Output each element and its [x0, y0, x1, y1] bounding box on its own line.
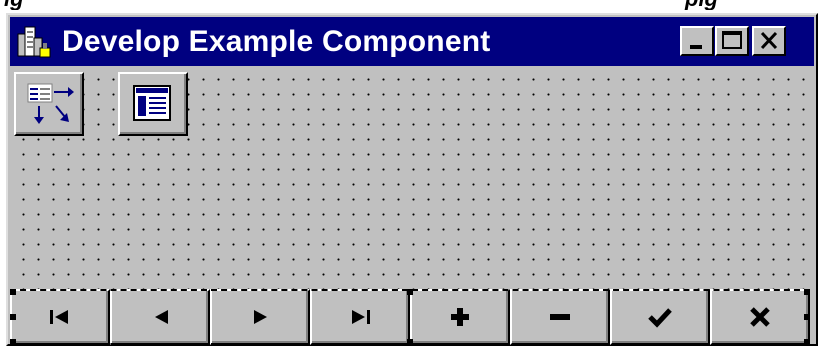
- maximize-button[interactable]: [715, 26, 749, 56]
- caption-right-text: pig: [685, 0, 718, 10]
- last-record-button[interactable]: [310, 289, 410, 345]
- cancel-edit-button[interactable]: [710, 289, 810, 345]
- next-record-button[interactable]: [210, 289, 310, 345]
- resize-handle-se[interactable]: [804, 339, 810, 345]
- resize-handle-ne[interactable]: [804, 289, 810, 295]
- table-form-icon: [133, 85, 171, 121]
- cancel-edit-icon: [750, 307, 770, 327]
- last-record-icon: [352, 310, 370, 324]
- delete-record-icon: [550, 314, 570, 320]
- title-bar[interactable]: Develop Example Component: [10, 17, 814, 66]
- resize-handle-nw[interactable]: [10, 289, 16, 295]
- resize-handle-n[interactable]: [407, 289, 413, 295]
- minimize-icon: [690, 45, 702, 49]
- resize-handle-w[interactable]: [10, 314, 16, 320]
- db-navigator[interactable]: [10, 289, 810, 345]
- close-icon: [760, 31, 778, 50]
- first-record-icon: [50, 310, 68, 324]
- resize-handle-s[interactable]: [407, 339, 413, 345]
- caption-left-text: ig: [4, 0, 24, 10]
- next-record-icon: [254, 310, 267, 324]
- maximize-icon: [722, 31, 742, 49]
- post-edit-button[interactable]: [610, 289, 710, 345]
- minimize-button[interactable]: [680, 26, 714, 56]
- table-to-fields-button[interactable]: [14, 72, 84, 136]
- component-app-icon[interactable]: [16, 24, 52, 60]
- window-title: Develop Example Component: [62, 25, 491, 58]
- resize-handle-sw[interactable]: [10, 339, 16, 345]
- close-button[interactable]: [752, 26, 786, 56]
- table-to-fields-icon: [27, 83, 74, 124]
- table-form-button[interactable]: [118, 72, 188, 136]
- resize-handle-e[interactable]: [804, 314, 810, 320]
- first-record-button[interactable]: [10, 289, 110, 345]
- page-caption-crop: ig pig: [0, 0, 822, 10]
- insert-record-icon: [451, 308, 469, 326]
- form-design-surface[interactable]: [10, 68, 814, 345]
- insert-record-button[interactable]: [410, 289, 510, 345]
- delete-record-button[interactable]: [510, 289, 610, 345]
- post-edit-icon: [648, 308, 672, 328]
- prior-record-button[interactable]: [110, 289, 210, 345]
- prior-record-icon: [155, 310, 168, 324]
- form-window: Develop Example Component: [6, 13, 818, 346]
